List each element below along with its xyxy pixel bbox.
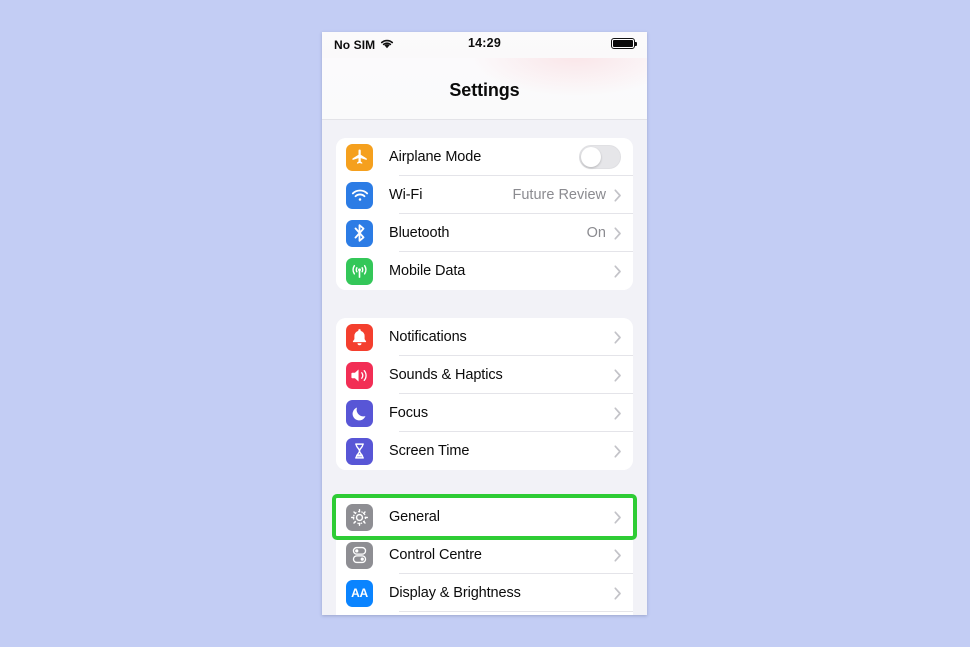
settings-row-label: Display & Brightness [389, 585, 521, 601]
settings-row-label: Sounds & Haptics [389, 367, 503, 383]
bluetooth-icon [346, 219, 373, 247]
settings-row-label: Notifications [389, 329, 467, 345]
settings-row-display-brightness[interactable]: AA Display & Brightness [336, 574, 633, 612]
airplane-icon [346, 143, 373, 171]
settings-row-control-centre[interactable]: Control Centre [336, 536, 633, 574]
status-bar-right [611, 38, 638, 49]
settings-row-general[interactable]: General [336, 498, 633, 536]
bluetooth-status-value: On [586, 225, 606, 241]
settings-row-label: Airplane Mode [389, 149, 482, 165]
wifi-icon [346, 181, 373, 209]
chevron-right-icon [614, 188, 622, 202]
hourglass-icon [346, 437, 373, 465]
settings-row-label: Bluetooth [389, 225, 450, 241]
chevron-right-icon [614, 226, 622, 240]
settings-row-focus[interactable]: Focus [336, 394, 633, 432]
settings-row-home-screen[interactable]: Home Screen [336, 612, 633, 615]
settings-row-label: Focus [389, 405, 428, 421]
bell-icon [346, 323, 373, 351]
settings-row-label: General [389, 509, 440, 525]
chevron-right-icon [614, 264, 622, 278]
status-bar-time: 14:29 [468, 36, 501, 50]
settings-row-bluetooth[interactable]: Bluetooth On [336, 214, 633, 252]
settings-row-wifi[interactable]: Wi-Fi Future Review [336, 176, 633, 214]
chevron-right-icon [614, 586, 622, 600]
settings-row-screen-time[interactable]: Screen Time [336, 432, 633, 470]
settings-row-mobile-data[interactable]: Mobile Data [336, 252, 633, 290]
chevron-right-icon [614, 510, 622, 524]
airplane-mode-toggle[interactable] [579, 145, 621, 169]
battery-full-icon [611, 38, 638, 49]
nav-header: Settings [322, 58, 647, 120]
settings-row-label: Wi-Fi [389, 187, 423, 203]
phone-screenshot: No SIM 14:29 Settings Airplane Mode Wi-F… [322, 32, 647, 615]
wifi-network-value: Future Review [512, 187, 606, 203]
settings-row-notifications[interactable]: Notifications [336, 318, 633, 356]
moon-icon [346, 399, 373, 427]
settings-group-connectivity: Airplane Mode Wi-Fi Future Review Blueto… [336, 138, 633, 290]
chevron-right-icon [614, 444, 622, 458]
display-brightness-icon: AA [346, 579, 373, 607]
settings-row-label: Mobile Data [389, 263, 466, 279]
settings-row-sounds-haptics[interactable]: Sounds & Haptics [336, 356, 633, 394]
settings-list[interactable]: Airplane Mode Wi-Fi Future Review Blueto… [322, 138, 647, 615]
settings-row-label: Control Centre [389, 547, 482, 563]
settings-row-label: Screen Time [389, 443, 470, 459]
settings-group-system: General Control Centre AA Display & Brig… [332, 494, 637, 615]
speaker-icon [346, 361, 373, 389]
chevron-right-icon [614, 368, 622, 382]
mobile-data-icon [346, 257, 373, 285]
settings-row-airplane-mode[interactable]: Airplane Mode [336, 138, 633, 176]
settings-group-alerts: Notifications Sounds & Haptics Focus Scr… [336, 318, 633, 470]
chevron-right-icon [614, 406, 622, 420]
chevron-right-icon [614, 330, 622, 344]
page-title: Settings [449, 80, 520, 100]
gear-icon [346, 503, 373, 531]
status-bar: No SIM 14:29 [322, 32, 647, 58]
control-centre-icon [346, 541, 373, 569]
chevron-right-icon [614, 548, 622, 562]
